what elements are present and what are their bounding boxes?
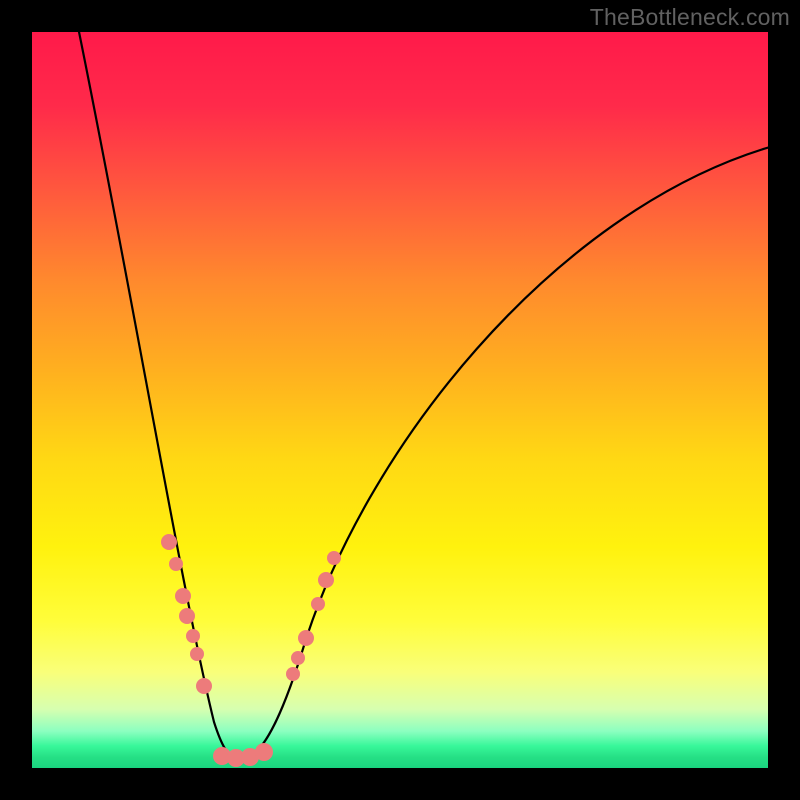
data-marker [190,647,204,661]
data-markers [161,534,341,767]
watermark-text: TheBottleneck.com [590,4,790,31]
chart-stage: TheBottleneck.com [0,0,800,800]
data-marker [179,608,195,624]
data-marker [311,597,325,611]
data-marker [161,534,177,550]
plot-area [32,32,768,768]
data-marker [291,651,305,665]
data-marker [175,588,191,604]
data-marker [186,629,200,643]
data-marker [298,630,314,646]
curve-right-arm [246,147,768,758]
data-marker [169,557,183,571]
curve-left-arm [77,32,236,758]
data-marker [196,678,212,694]
data-marker [318,572,334,588]
curve-overlay [32,32,768,768]
data-marker [255,743,273,761]
series-paths [77,32,768,758]
data-marker [327,551,341,565]
data-marker [286,667,300,681]
